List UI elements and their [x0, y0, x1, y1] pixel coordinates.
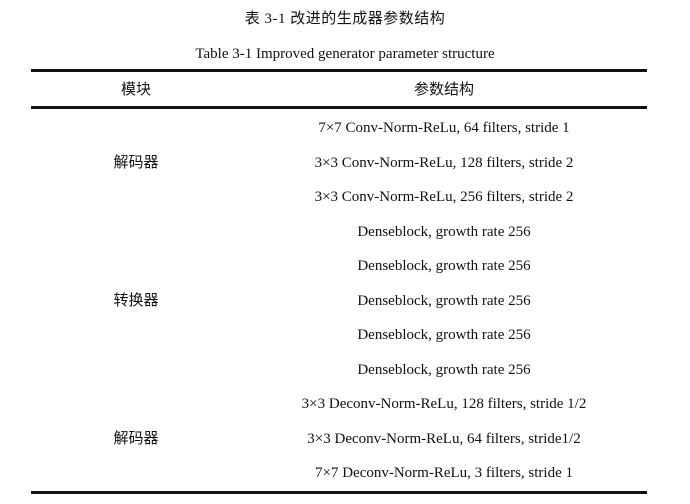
parameter-cell: 7×7 Conv-Norm-ReLu, 64 filters, stride 1 [318, 120, 570, 136]
table-row: Denseblock, growth rate 256 [31, 318, 647, 353]
table-row: 转换器 Denseblock, growth rate 256 [31, 284, 647, 319]
table-row: 3×3 Conv-Norm-ReLu, 256 filters, stride … [31, 180, 647, 215]
table-row: Denseblock, growth rate 256 [31, 215, 647, 250]
table-row: Denseblock, growth rate 256 [31, 353, 647, 388]
parameter-cell: 3×3 Conv-Norm-ReLu, 256 filters, stride … [314, 189, 574, 205]
table-row: 3×3 Deconv-Norm-ReLu, 128 filters, strid… [31, 387, 647, 422]
parameter-cell: 3×3 Conv-Norm-ReLu, 128 filters, stride … [314, 154, 574, 171]
table-bottom-rule [31, 491, 647, 494]
parameter-cell: Denseblock, growth rate 256 [357, 327, 531, 343]
parameter-cell: Denseblock, growth rate 256 [357, 292, 531, 309]
table-caption-chinese: 表 3-1 改进的生成器参数结构 [244, 11, 446, 27]
parameter-cell: 7×7 Deconv-Norm-ReLu, 3 filters, stride … [315, 465, 573, 481]
table-row: 7×7 Deconv-Norm-ReLu, 3 filters, stride … [31, 456, 647, 491]
table-row: 解码器 3×3 Conv-Norm-ReLu, 128 filters, str… [31, 146, 647, 181]
column-header-module: 模块 [120, 82, 151, 98]
table-row: Denseblock, growth rate 256 [31, 249, 647, 284]
parameter-cell: Denseblock, growth rate 256 [357, 223, 531, 240]
module-cell: 转换器 [113, 292, 159, 309]
parameter-cell: 3×3 Deconv-Norm-ReLu, 64 filters, stride… [307, 430, 581, 447]
module-cell: 解码器 [113, 154, 159, 171]
table-row: 7×7 Conv-Norm-ReLu, 64 filters, stride 1 [31, 111, 647, 146]
table-body: 7×7 Conv-Norm-ReLu, 64 filters, stride 1… [31, 111, 647, 491]
column-header-parameter-structure: 参数结构 [413, 82, 474, 98]
parameter-cell: Denseblock, growth rate 256 [357, 361, 531, 378]
table-caption-english: Table 3-1 Improved generator parameter s… [195, 46, 495, 62]
parameter-cell: 3×3 Deconv-Norm-ReLu, 128 filters, strid… [301, 396, 587, 412]
table-header-rule [31, 106, 647, 109]
table-row: 解码器 3×3 Deconv-Norm-ReLu, 64 filters, st… [31, 422, 647, 457]
parameter-cell: Denseblock, growth rate 256 [357, 258, 531, 274]
table-top-rule [31, 69, 647, 72]
module-cell: 解码器 [113, 430, 159, 447]
